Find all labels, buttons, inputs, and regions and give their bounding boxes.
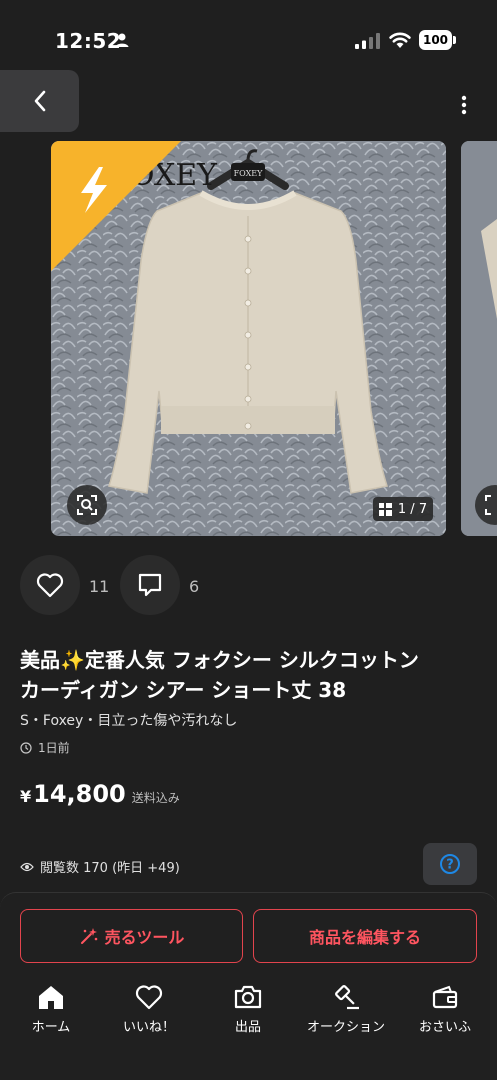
tab-likes-label: いいね！ [122,1020,175,1035]
grid-icon [378,502,392,516]
tab-home-label: ホーム [31,1020,71,1035]
comment-icon [138,573,162,597]
view-count: 閲覧数 170 (昨日 +49) [20,857,180,876]
help-button[interactable]: ? [423,843,477,885]
home-icon [39,986,63,1009]
question-icon: ? [440,854,460,874]
image-counter: 1 / 7 [373,497,433,521]
battery-tip [453,36,456,44]
comment-count: 6 [189,577,200,596]
price-value: 14,800 [33,780,126,808]
sell-tool-label: 売るツール [104,928,185,947]
comment-button[interactable] [120,555,180,615]
lightning-badge [51,141,181,271]
heart-icon [135,985,163,1010]
more-vertical-icon [461,95,467,115]
status-bar: 12:52 100 [0,0,497,70]
tab-home[interactable]: ホーム [6,984,96,1035]
posted-date-text: 1日前 [38,741,70,755]
next-photo-preview [461,141,497,536]
like-count: 11 [89,577,110,596]
cellular-signal-icon [355,33,380,49]
tab-likes[interactable]: いいね！ [104,984,194,1035]
camera-icon [234,985,262,1009]
wallet-icon [432,985,458,1009]
view-count-text: 閲覧数 170 (昨日 +49) [40,861,180,876]
clock-icon [20,741,32,754]
product-image[interactable]: FOXEY FOXEY 1 / 7 [51,141,446,536]
shipping-included: 送料込み [131,791,180,805]
image-counter-text: 1 / 7 [397,501,428,517]
edit-item-button[interactable]: 商品を編集する [253,909,477,963]
status-time: 12:52 [55,29,122,53]
heart-icon [36,573,64,598]
tab-wallet-label: おさいふ [418,1020,471,1035]
more-options-button[interactable] [454,92,474,118]
price-currency: ¥ [20,787,32,806]
product-title: 美品✨定番人気 フォクシー シルクコットン カーディガン シアー ショート丈 3… [20,645,480,705]
tab-sell[interactable]: 出品 [203,984,293,1035]
wifi-icon [389,32,411,48]
svg-text:?: ? [446,858,454,873]
tab-sell-label: 出品 [234,1020,261,1035]
posted-date: 1日前 [20,739,70,756]
image-search-button[interactable] [67,485,107,525]
tab-bar: ホーム いいね！ 出品 オークション おさいふ [0,984,497,1044]
chevron-left-icon [34,90,45,112]
sell-tool-button[interactable]: 売るツール [20,909,243,963]
back-button[interactable] [0,70,79,132]
magic-wand-icon [80,928,97,944]
tab-auction[interactable]: オークション [301,984,391,1035]
product-title-line-1: 美品✨定番人気 フォクシー シルクコットン [20,648,419,672]
person-icon [115,33,129,47]
product-meta: S・Foxey・目立った傷や汚れなし [20,713,238,729]
eye-icon [20,862,34,871]
product-title-line-2: カーディガン シアー ショート丈 38 [20,678,347,702]
tab-auction-label: オークション [306,1020,385,1035]
hanger-brand-tag: FOXEY [234,169,264,178]
price: ¥ 14,800 送料込み [20,780,180,808]
scan-icon [485,495,491,515]
next-product-image[interactable] [461,141,497,536]
like-button[interactable] [20,555,80,615]
tab-wallet[interactable]: おさいふ [400,984,490,1035]
edit-item-label: 商品を編集する [308,928,421,947]
battery-indicator: 100 [419,30,452,50]
gavel-icon [335,985,359,1010]
scan-icon [77,495,97,515]
